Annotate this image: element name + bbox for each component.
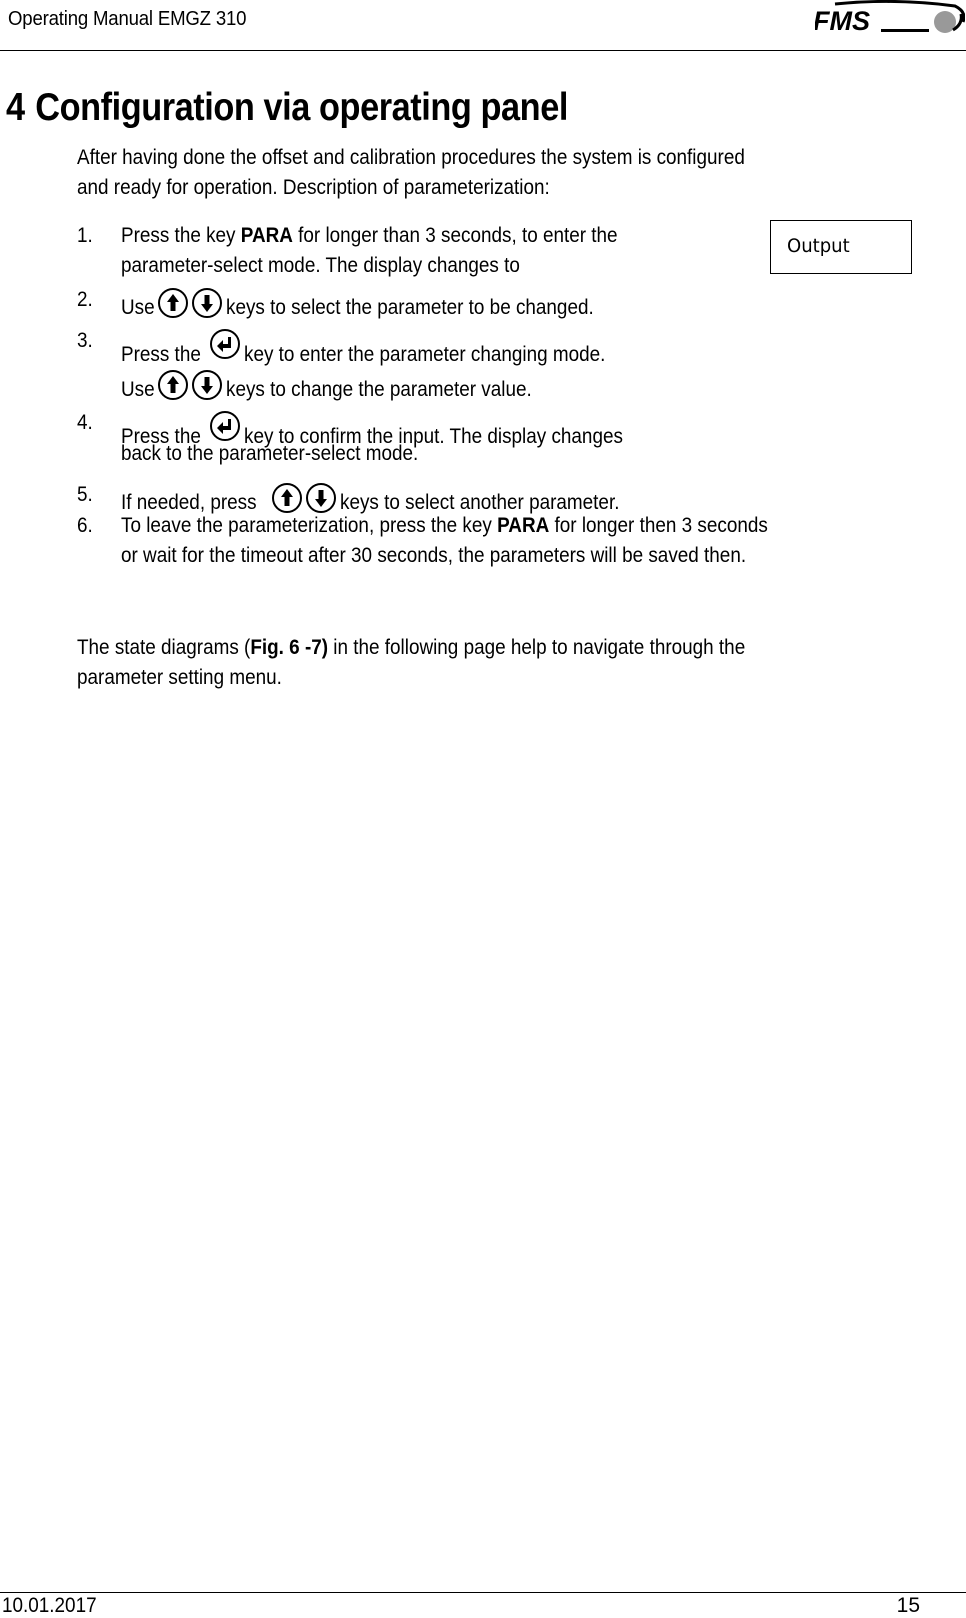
document-title: Operating Manual EMGZ 310	[8, 8, 247, 30]
closing-text: The state diagrams (	[77, 636, 251, 659]
section-number: 4	[6, 86, 25, 129]
down-arrow-key-icon	[192, 288, 223, 318]
footer-rule	[0, 1592, 966, 1593]
para-key-label: PARA	[240, 224, 293, 247]
step-text: or wait for the timeout after 30 seconds…	[121, 544, 747, 567]
down-arrow-key-icon	[305, 483, 336, 513]
step-text: Press the	[121, 343, 201, 366]
step-text: parameter-select mode. The display chang…	[121, 254, 520, 277]
step-text: To leave the parameterization, press the…	[121, 514, 498, 537]
intro-line-2: and ready for operation. Description of …	[77, 176, 550, 199]
fms-logo: FMS	[815, 0, 965, 36]
down-arrow-key-icon	[192, 370, 223, 400]
step-number: 4.	[77, 411, 93, 434]
step-number: 3.	[77, 329, 93, 352]
enter-key-icon	[209, 329, 240, 359]
step-text: keys to change the parameter value.	[226, 378, 533, 401]
up-arrow-key-icon	[158, 370, 189, 400]
step-number: 1.	[77, 224, 93, 247]
step-text: for longer than 3 seconds, to enter the	[292, 224, 618, 247]
step-number: 2.	[77, 288, 93, 311]
step-text: keys to select another parameter.	[339, 491, 620, 514]
section-title: Configuration via operating panel	[35, 86, 568, 129]
header-rule	[0, 50, 966, 51]
up-arrow-key-icon	[158, 288, 189, 318]
intro-paragraph: After having done the offset and calibra…	[77, 143, 962, 203]
step-text: keys to select the parameter to be chang…	[226, 296, 595, 319]
step-number: 6.	[77, 514, 93, 537]
closing-line-2: parameter setting menu.	[77, 666, 282, 689]
figure-reference-link[interactable]: Fig. 6 -7)	[250, 636, 328, 659]
up-arrow-key-icon	[271, 483, 302, 513]
step-text: Press the key	[121, 224, 241, 247]
para-key-label: PARA	[497, 514, 550, 537]
intro-line-1: After having done the offset and calibra…	[77, 146, 745, 169]
step-text: If needed, press	[121, 491, 257, 514]
closing-text: in the following page help to navigate t…	[328, 636, 746, 659]
step-text: key to enter the parameter changing mode…	[243, 343, 606, 366]
display-output-label: Output	[787, 235, 850, 257]
step-number: 5.	[77, 483, 93, 506]
step-text: back to the parameter-select mode.	[121, 442, 419, 465]
footer-date: 10.01.2017	[2, 1594, 97, 1617]
logo-text: FMS	[815, 6, 870, 36]
closing-paragraph: The state diagrams (Fig. 6 -7) in the fo…	[77, 633, 962, 693]
step-text: Use	[121, 378, 155, 401]
enter-key-icon	[209, 411, 240, 441]
step-text: for longer then 3 seconds	[549, 514, 768, 537]
display-output-box: Output	[770, 220, 912, 274]
page-number: 15	[896, 1594, 920, 1617]
step-text: Use	[121, 296, 155, 319]
section-heading: 4 Configuration via operating panel	[6, 86, 568, 130]
